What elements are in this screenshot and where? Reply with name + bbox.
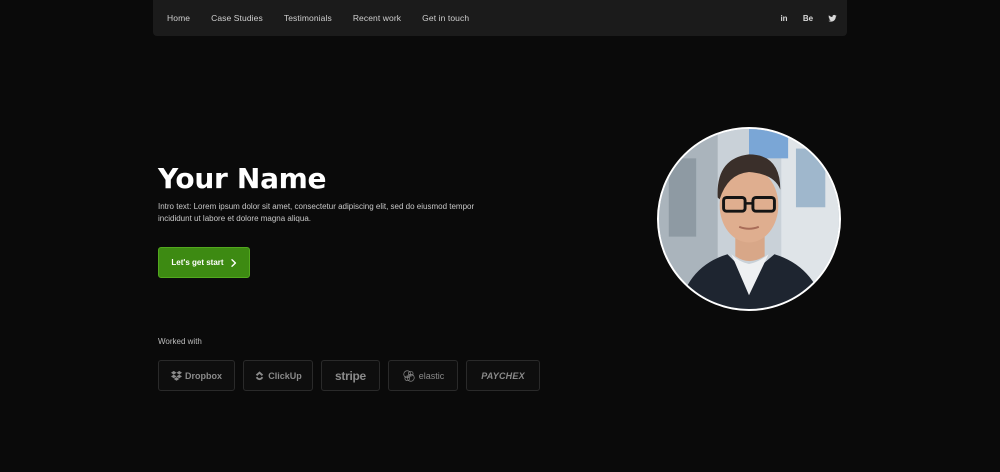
top-navbar: Home Case Studies Testimonials Recent wo… bbox=[153, 0, 847, 36]
twitter-icon[interactable] bbox=[827, 13, 837, 23]
chevron-right-icon bbox=[230, 258, 237, 267]
nav-link-case-studies[interactable]: Case Studies bbox=[211, 13, 263, 23]
logo-elastic-label: elastic bbox=[418, 370, 445, 381]
dropbox-icon bbox=[171, 370, 182, 381]
hero-intro-text: Intro text: Lorem ipsum dolor sit amet, … bbox=[158, 202, 475, 223]
nav-link-home[interactable]: Home bbox=[167, 13, 190, 23]
linkedin-icon[interactable]: in bbox=[779, 13, 789, 23]
logo-stripe-label: stripe bbox=[335, 368, 366, 383]
client-logos: Dropbox ClickUp stripe elastic PAYCHEX bbox=[158, 360, 540, 391]
nav-links: Home Case Studies Testimonials Recent wo… bbox=[167, 13, 490, 23]
clickup-icon bbox=[256, 371, 264, 381]
nav-link-recent-work[interactable]: Recent work bbox=[353, 13, 401, 23]
profile-avatar bbox=[657, 127, 841, 311]
logo-dropbox-label: Dropbox bbox=[185, 370, 222, 381]
hero-title: Your Name bbox=[158, 162, 327, 195]
cta-button-label: Let's get start bbox=[171, 258, 224, 267]
logo-paychex-label: PAYCHEX bbox=[481, 370, 525, 381]
elastic-icon bbox=[403, 369, 415, 382]
portrait-photo bbox=[659, 129, 839, 309]
nav-link-testimonials[interactable]: Testimonials bbox=[284, 13, 332, 23]
logo-clickup-label: ClickUp bbox=[268, 370, 302, 381]
page: Home Case Studies Testimonials Recent wo… bbox=[0, 0, 1000, 472]
logo-clickup: ClickUp bbox=[243, 360, 313, 391]
logo-paychex: PAYCHEX bbox=[466, 360, 540, 391]
logo-elastic: elastic bbox=[388, 360, 458, 391]
logo-dropbox: Dropbox bbox=[158, 360, 235, 391]
logo-stripe: stripe bbox=[321, 360, 380, 391]
cta-button[interactable]: Let's get start bbox=[158, 247, 250, 278]
social-links: in Be bbox=[779, 13, 837, 23]
nav-link-get-in-touch[interactable]: Get in touch bbox=[422, 13, 469, 23]
behance-icon[interactable]: Be bbox=[803, 13, 813, 23]
worked-with-label: Worked with bbox=[158, 337, 202, 346]
